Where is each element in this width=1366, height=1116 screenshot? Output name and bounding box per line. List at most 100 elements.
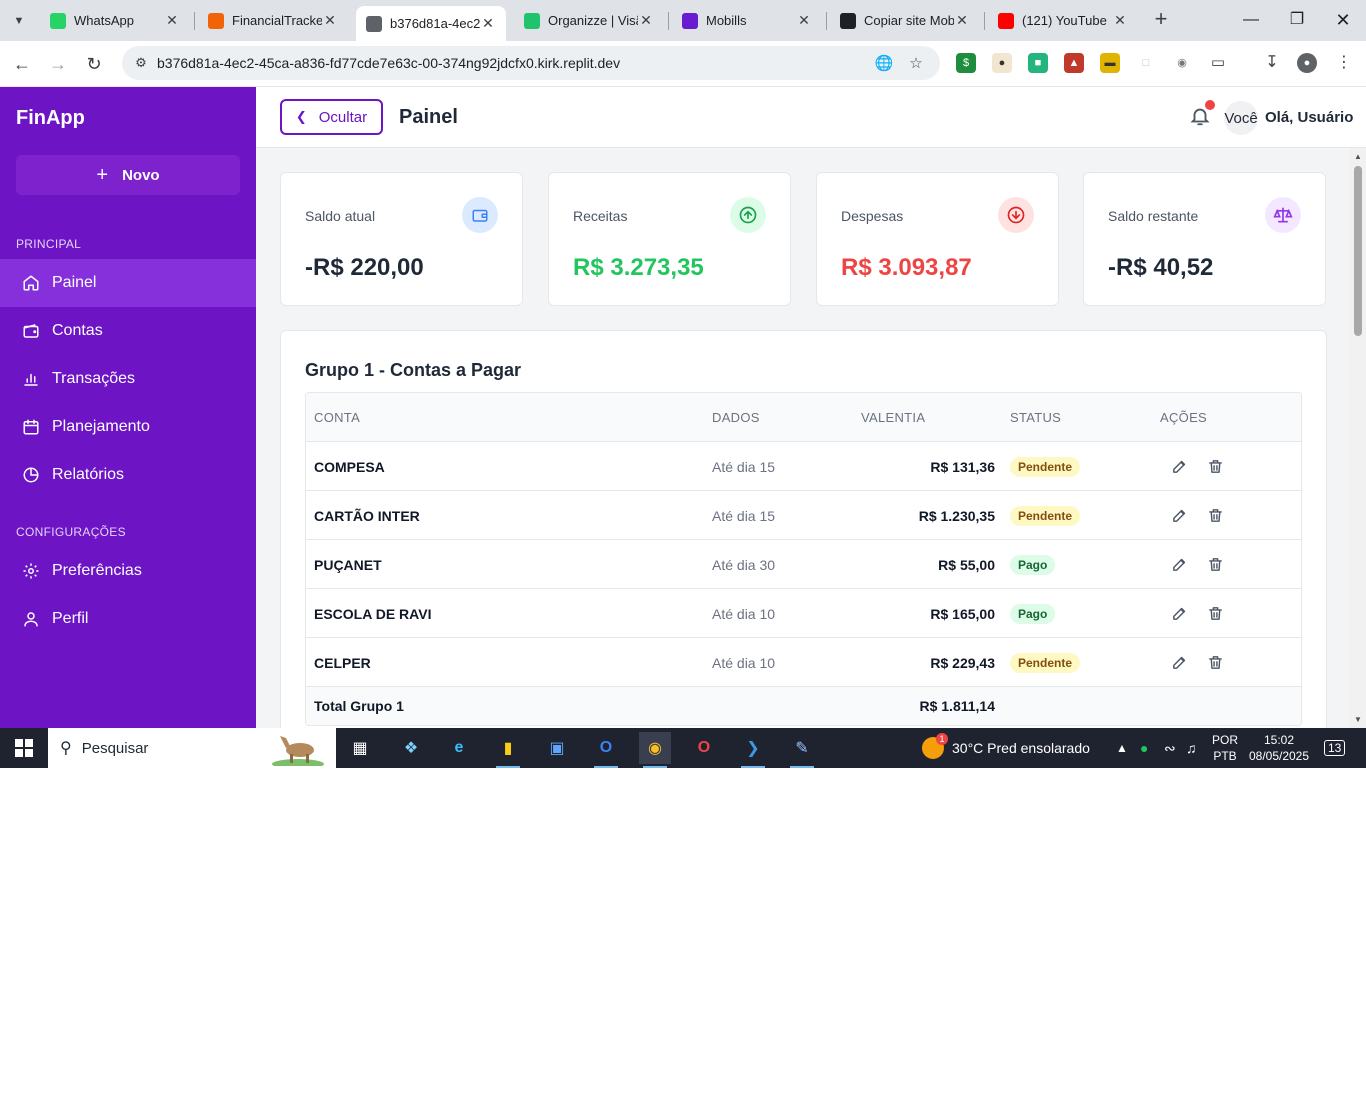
bar-chart-icon bbox=[22, 370, 40, 388]
sidebar-item-painel[interactable]: Painel bbox=[0, 259, 256, 307]
delete-trash-icon[interactable] bbox=[1206, 654, 1224, 672]
sidebar-item-planejamento[interactable]: Planejamento bbox=[0, 403, 256, 451]
extension-green-icon[interactable]: ■ bbox=[1028, 53, 1048, 73]
hide-sidebar-button[interactable]: ❮ Ocultar bbox=[280, 99, 383, 135]
back-button[interactable]: ← bbox=[9, 51, 35, 77]
browser-tab[interactable]: Organizze | Visã ✕ bbox=[514, 0, 664, 41]
bookmark-star-icon[interactable]: ☆ bbox=[906, 54, 926, 74]
extension-dog-icon[interactable]: ● bbox=[992, 53, 1012, 73]
tab-search-button[interactable]: ▼ bbox=[8, 10, 30, 32]
card-despesas: Despesas R$ 3.093,87 bbox=[816, 172, 1059, 306]
amount: R$ 131,36 bbox=[930, 458, 995, 475]
delete-trash-icon[interactable] bbox=[1206, 458, 1224, 476]
edit-pencil-icon[interactable] bbox=[1170, 654, 1188, 672]
sidebar-item-label: Relatórios bbox=[52, 466, 125, 483]
check-shield-icon[interactable]: ● bbox=[1140, 728, 1148, 768]
outlook-icon[interactable]: O bbox=[590, 732, 622, 768]
edit-pencil-icon[interactable] bbox=[1170, 556, 1188, 574]
copilot-icon[interactable]: ❖ bbox=[395, 732, 427, 764]
task-view-icon[interactable]: ▦ bbox=[344, 732, 376, 764]
forward-button[interactable]: → bbox=[45, 51, 71, 77]
delete-trash-icon[interactable] bbox=[1206, 507, 1224, 525]
browser-tab[interactable]: b376d81a-4ec2- ✕ bbox=[356, 6, 506, 41]
browser-tab[interactable]: FinancialTracker ✕ bbox=[198, 0, 348, 41]
edit-pencil-icon[interactable] bbox=[1170, 507, 1188, 525]
camera-icon[interactable]: ◉ bbox=[1172, 53, 1192, 73]
paint-icon[interactable]: ✎ bbox=[786, 732, 818, 768]
taskbar-search[interactable]: ⚲ Pesquisar bbox=[48, 728, 336, 768]
new-button[interactable]: + Novo bbox=[16, 155, 240, 195]
scroll-down-arrow[interactable]: ▼ bbox=[1353, 715, 1363, 724]
browser-menu-icon[interactable]: ⋮ bbox=[1334, 53, 1354, 73]
scrollbar-thumb[interactable] bbox=[1354, 166, 1362, 336]
organizze-icon bbox=[524, 12, 540, 29]
browser-tab[interactable]: (121) YouTube ✕ bbox=[988, 0, 1138, 41]
extensions-puzzle-icon[interactable]: ▭ bbox=[1208, 53, 1228, 73]
table-row: CARTÃO INTER Até dia 15 R$ 1.230,35 Pendent… bbox=[306, 491, 1301, 540]
file-explorer-icon[interactable]: ▮ bbox=[492, 732, 524, 768]
download-icon[interactable]: ↧ bbox=[1262, 53, 1282, 73]
language-indicator[interactable]: POR PTB bbox=[1210, 732, 1240, 764]
browser-tab[interactable]: WhatsApp ✕ bbox=[40, 0, 190, 41]
vscode-icon[interactable]: ❯ bbox=[737, 732, 769, 768]
total-value: R$ 1.811,14 bbox=[919, 698, 995, 714]
delete-trash-icon[interactable] bbox=[1206, 605, 1224, 623]
translate-icon[interactable]: 🌐 bbox=[874, 54, 894, 74]
browser-tab[interactable]: Copiar site Mob ✕ bbox=[830, 0, 980, 41]
reload-button[interactable]: ↻ bbox=[81, 51, 107, 77]
weather-widget[interactable]: 1 30°C Pred ensolarado bbox=[922, 728, 1090, 768]
windows-start-icon[interactable] bbox=[0, 728, 48, 768]
user-greeting[interactable]: Olá, Usuário bbox=[1265, 109, 1353, 126]
close-tab-icon[interactable]: ✕ bbox=[480, 15, 496, 32]
actions-cell bbox=[1160, 540, 1300, 589]
opera-icon[interactable]: O bbox=[688, 732, 720, 764]
minimize-button[interactable]: — bbox=[1228, 8, 1274, 32]
close-tab-icon[interactable]: ✕ bbox=[638, 12, 654, 29]
address-bar[interactable]: ⚙ b376d81a-4ec2-45ca-a836-fd77cde7e63c-0… bbox=[122, 46, 940, 80]
table-row: CELPER Até dia 10 R$ 229,43 Pendente bbox=[306, 638, 1301, 687]
notification-center-icon[interactable]: 13 bbox=[1324, 728, 1346, 768]
extension-red-icon[interactable]: ▲ bbox=[1064, 53, 1084, 73]
restore-button[interactable]: ❐ bbox=[1274, 8, 1320, 32]
tab-title: WhatsApp bbox=[74, 13, 134, 28]
amount: R$ 1.230,35 bbox=[918, 507, 995, 524]
status-cell: Pago bbox=[1010, 540, 1150, 589]
extension-yellow-icon[interactable]: ▬ bbox=[1100, 53, 1120, 73]
gear-icon bbox=[22, 562, 40, 580]
scroll-up-arrow[interactable]: ▲ bbox=[1353, 152, 1363, 161]
extension-money-icon[interactable]: $ bbox=[956, 53, 976, 73]
close-tab-icon[interactable]: ✕ bbox=[954, 12, 970, 29]
page-scrollbar[interactable]: ▲ ▼ bbox=[1350, 148, 1366, 728]
site-info-icon[interactable]: ⚙ bbox=[132, 54, 150, 72]
sidebar-item-perfil[interactable]: Perfil bbox=[0, 595, 256, 643]
pie-chart-icon bbox=[22, 466, 40, 484]
edge-icon[interactable]: e bbox=[443, 732, 475, 764]
sidebar-item-preferencias[interactable]: Preferências bbox=[0, 547, 256, 595]
edit-pencil-icon[interactable] bbox=[1170, 605, 1188, 623]
close-tab-icon[interactable]: ✕ bbox=[164, 12, 180, 29]
store-icon[interactable]: ▣ bbox=[541, 732, 573, 764]
profile-avatar[interactable]: ● bbox=[1297, 53, 1317, 73]
volume-icon[interactable]: ♫ bbox=[1186, 728, 1197, 768]
edit-pencil-icon[interactable] bbox=[1170, 458, 1188, 476]
clock[interactable]: 15:02 08/05/2025 bbox=[1248, 732, 1310, 764]
card-value: -R$ 40,52 bbox=[1108, 254, 1214, 281]
avatar[interactable]: Você bbox=[1224, 101, 1258, 135]
new-tab-button[interactable]: + bbox=[1150, 8, 1172, 32]
notification-bell-icon[interactable] bbox=[1189, 100, 1215, 128]
sidebar-item-contas[interactable]: Contas bbox=[0, 307, 256, 355]
actions-cell bbox=[1160, 442, 1300, 491]
sidebar-item-transacoes[interactable]: Transações bbox=[0, 355, 256, 403]
close-tab-icon[interactable]: ✕ bbox=[322, 12, 338, 29]
sidebar-item-relatorios[interactable]: Relatórios bbox=[0, 451, 256, 499]
chevron-up-icon[interactable]: ▲ bbox=[1116, 728, 1128, 768]
close-tab-icon[interactable]: ✕ bbox=[796, 12, 812, 29]
browser-tab[interactable]: Mobills ✕ bbox=[672, 0, 822, 41]
brand-logo[interactable]: FinApp bbox=[16, 107, 85, 130]
close-tab-icon[interactable]: ✕ bbox=[1112, 12, 1128, 29]
wifi-icon[interactable]: ∾ bbox=[1164, 728, 1176, 768]
close-window-button[interactable]: ✕ bbox=[1320, 8, 1366, 32]
chrome-icon[interactable]: ◉ bbox=[639, 732, 671, 768]
extension-blank-icon[interactable]: □ bbox=[1136, 53, 1156, 73]
delete-trash-icon[interactable] bbox=[1206, 556, 1224, 574]
